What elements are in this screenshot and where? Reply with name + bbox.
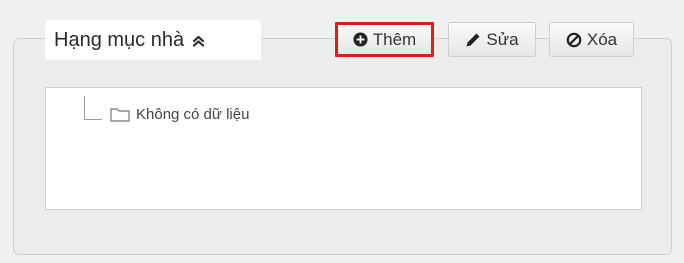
tree-view: Không có dữ liệu xyxy=(45,87,642,210)
add-button-label: Thêm xyxy=(372,29,417,49)
tree-connector xyxy=(84,96,102,120)
plus-circle-icon xyxy=(353,32,368,47)
edit-button[interactable]: Sửa xyxy=(448,22,536,57)
panel-header: Hạng mục nhà xyxy=(45,20,261,60)
double-chevron-up-icon[interactable] xyxy=(192,34,205,47)
page: Hạng mục nhà Thêm Sửa Xóa Không có dữ li… xyxy=(0,0,684,263)
folder-icon xyxy=(110,107,130,122)
add-button[interactable]: Thêm xyxy=(335,22,434,57)
edit-button-label: Sửa xyxy=(486,29,519,49)
ban-icon xyxy=(566,32,582,48)
panel-title: Hạng mục nhà xyxy=(54,28,185,51)
tree-empty-label: Không có dữ liệu xyxy=(136,105,250,123)
pencil-icon xyxy=(465,32,481,48)
tree-node-empty[interactable]: Không có dữ liệu xyxy=(110,104,249,124)
delete-button[interactable]: Xóa xyxy=(549,22,634,57)
delete-button-label: Xóa xyxy=(586,29,618,49)
